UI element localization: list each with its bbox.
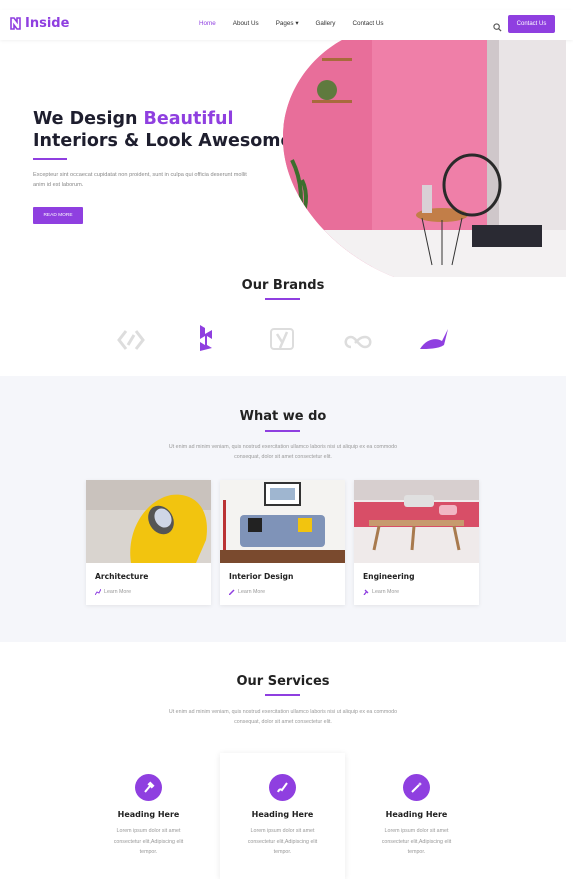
- logo-text: Inside: [25, 16, 70, 31]
- service-text-line: tempor.: [273, 849, 292, 855]
- brands-divider: [265, 298, 300, 300]
- hero-title-part2: Interiors & Look Awesome: [33, 131, 293, 151]
- service-text-line: tempor.: [139, 849, 158, 855]
- hammer-icon: [363, 589, 369, 595]
- card-title: Engineering: [363, 572, 415, 581]
- services-desc: Ut enim ad minim veniam, quis nostrud ex…: [0, 707, 566, 727]
- learn-more-label: Learn More: [104, 589, 132, 595]
- hero-title: We Design Beautiful Interiors & Look Awe…: [33, 108, 292, 152]
- interior-design-image: [220, 480, 345, 563]
- nav-pages-label: Pages: [275, 20, 294, 27]
- card-interior-design[interactable]: Interior Design Learn More: [220, 480, 345, 605]
- service-text-line: tempor.: [407, 849, 426, 855]
- read-more-button[interactable]: READ MORE: [33, 207, 83, 224]
- card-title: Interior Design: [229, 572, 294, 581]
- search-icon[interactable]: [493, 19, 503, 32]
- learn-more-link[interactable]: Learn More: [363, 589, 399, 595]
- service-text-line: consectetur elit,Adipiscing elit: [247, 838, 318, 845]
- services-title: Our Services: [236, 674, 330, 689]
- service-text-line: Lorem ipsum dolor sit amet: [250, 828, 315, 834]
- services-desc-line2: consequat, dolor sit amet consectetur el…: [234, 719, 332, 725]
- hero-divider: [33, 158, 67, 160]
- contact-us-button[interactable]: Contact Us: [508, 15, 555, 33]
- service-text-line: consectetur elit,Adipiscing elit: [381, 838, 452, 845]
- brand-logo-2: [200, 325, 212, 351]
- chevron-down-icon: ▾: [295, 20, 299, 27]
- logo[interactable]: Inside: [10, 16, 69, 31]
- engineering-image: [354, 480, 479, 563]
- brand-logo-5: [420, 329, 448, 349]
- nav-contact[interactable]: Contact Us: [352, 20, 383, 27]
- nav-gallery[interactable]: Gallery: [315, 20, 335, 27]
- card-architecture[interactable]: Architecture Learn More: [86, 480, 211, 605]
- logo-icon: [10, 17, 21, 30]
- service-heading: Heading Here: [117, 810, 180, 819]
- nav-home[interactable]: Home: [199, 20, 216, 27]
- hero-image: [282, 40, 566, 277]
- service-item: Heading Here Lorem ipsum dolor sit amet …: [354, 753, 479, 879]
- hero-title-part1: We Design: [33, 109, 144, 129]
- architecture-image: [86, 480, 211, 563]
- learn-more-link[interactable]: Learn More: [95, 589, 131, 595]
- nav-pages[interactable]: Pages ▾: [276, 20, 299, 27]
- what-we-do-title: What we do: [239, 409, 327, 424]
- learn-more-label: Learn More: [372, 589, 400, 595]
- brush-icon: [229, 589, 235, 595]
- brand-logo-3: [270, 328, 294, 350]
- service-text: Lorem ipsum dolor sit amet consectetur e…: [230, 826, 335, 858]
- navbar: Inside Home About Us Pages ▾ Gallery Con…: [0, 10, 573, 40]
- services-divider: [265, 694, 300, 696]
- hero-title-highlight: Beautiful: [143, 109, 234, 129]
- what-we-do-desc-line2: consequat, dolor sit amet consectetur el…: [234, 454, 332, 460]
- service-text: Lorem ipsum dolor sit amet consectetur e…: [96, 826, 201, 858]
- what-we-do-desc-line1: Ut enim ad minim veniam, quis nostrud ex…: [168, 444, 398, 450]
- service-text: Lorem ipsum dolor sit amet consectetur e…: [364, 826, 469, 858]
- chart-icon: [95, 589, 101, 595]
- hammer-icon: [135, 774, 162, 801]
- what-we-do-divider: [265, 430, 300, 432]
- brush-icon: [269, 774, 296, 801]
- service-heading: Heading Here: [251, 810, 314, 819]
- brands-title: Our Brands: [241, 278, 325, 293]
- brand-logo-1: [117, 330, 145, 350]
- service-heading: Heading Here: [385, 810, 448, 819]
- hero-text: Excepteur sint occaecat cupidatat non pr…: [33, 172, 247, 188]
- service-text-line: Lorem ipsum dolor sit amet: [116, 828, 181, 834]
- learn-more-label: Learn More: [238, 589, 266, 595]
- service-text-line: Lorem ipsum dolor sit amet: [384, 828, 449, 834]
- brand-logos: [0, 325, 566, 355]
- service-item: Heading Here Lorem ipsum dolor sit amet …: [86, 753, 211, 879]
- nav-about[interactable]: About Us: [233, 20, 259, 27]
- brand-logo-4: [344, 335, 372, 349]
- card-title: Architecture: [95, 572, 149, 581]
- services-desc-line1: Ut enim ad minim veniam, quis nostrud ex…: [168, 709, 398, 715]
- main-menu: Home About Us Pages ▾ Gallery Contact Us: [199, 20, 384, 27]
- service-item-featured: Heading Here Lorem ipsum dolor sit amet …: [220, 753, 345, 879]
- service-text-line: consectetur elit,Adipiscing elit: [113, 838, 184, 845]
- card-engineering[interactable]: Engineering Learn More: [354, 480, 479, 605]
- learn-more-link[interactable]: Learn More: [229, 589, 265, 595]
- magic-wand-icon: [403, 774, 430, 801]
- what-we-do-desc: Ut enim ad minim veniam, quis nostrud ex…: [0, 442, 566, 462]
